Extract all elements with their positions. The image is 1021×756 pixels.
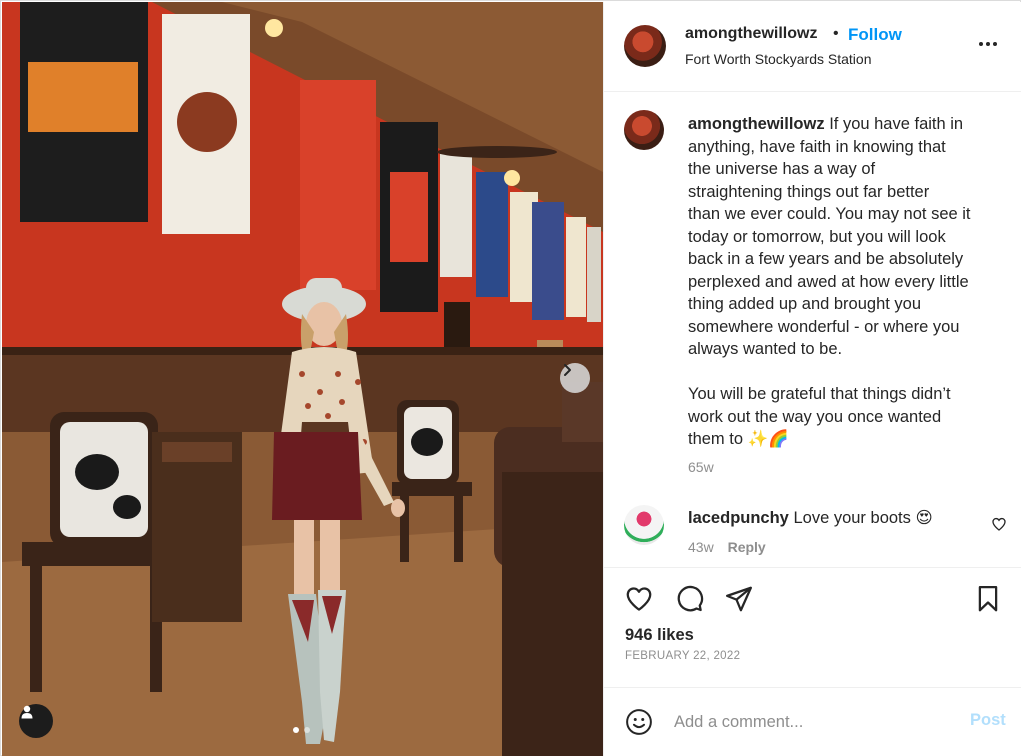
caption-line: them to ✨🌈 — [688, 430, 789, 448]
post-comment-button[interactable]: Post — [970, 711, 1006, 730]
comment-heart-icon[interactable] — [991, 516, 1007, 532]
comment-body: Love your boots 😍 — [793, 509, 933, 527]
location-link[interactable]: Fort Worth Stockyards Station — [685, 51, 871, 67]
more-options-icon[interactable] — [976, 32, 1000, 56]
separator-bullet: • — [833, 25, 839, 42]
caption-line: thing added up and brought you — [688, 295, 922, 313]
comment-icon[interactable] — [674, 584, 704, 614]
caption-line: work out the way you once wanted — [688, 407, 942, 426]
post-actions: 946 likes FEBRUARY 22, 2022 — [604, 567, 1021, 687]
likes-count[interactable]: 946 likes — [625, 626, 694, 645]
caption-line: always wanted to be. — [688, 340, 843, 358]
avatar[interactable] — [624, 25, 666, 67]
post-dialog: amongthewillowz • Follow Fort Worth Stoc… — [0, 0, 1021, 756]
caption-line: today or tomorrow, but you will look — [688, 227, 946, 246]
post-header: amongthewillowz • Follow Fort Worth Stoc… — [604, 2, 1021, 92]
carousel-dot-active — [293, 727, 299, 733]
caption-line: somewhere wonderful - or where you — [688, 317, 960, 336]
header-username[interactable]: amongthewillowz — [685, 25, 817, 43]
caption-username[interactable]: amongthewillowz — [688, 115, 825, 133]
caption-line: back in a few years and be absolutely — [688, 250, 964, 268]
comments-section[interactable]: amongthewillowz If you have faith in any… — [604, 93, 1021, 567]
caption-line: than we ever could. You may not see it — [688, 205, 971, 223]
add-comment-bar: Post — [604, 687, 1021, 756]
comment-timestamp[interactable]: 43w — [688, 539, 714, 555]
comment-text: lacedpunchy Love your boots 😍 — [688, 508, 933, 528]
heart-icon[interactable] — [624, 584, 654, 614]
caption-line: straightening things out far better — [688, 182, 930, 201]
next-slide-button[interactable] — [560, 363, 590, 393]
caption-avatar[interactable] — [624, 110, 664, 150]
user-tag-button[interactable] — [19, 704, 53, 738]
emoji-icon[interactable] — [624, 707, 654, 737]
caption-text: amongthewillowz If you have faith in any… — [688, 113, 998, 451]
caption-line: the universe has a way of — [688, 160, 876, 178]
comment-input[interactable] — [674, 709, 954, 735]
bookmark-icon[interactable] — [973, 584, 1003, 614]
share-icon[interactable] — [724, 584, 754, 614]
caption-line: perplexed and awed at how every little — [688, 272, 969, 291]
comment-meta: 43w Reply — [688, 539, 766, 555]
caption-timestamp[interactable]: 65w — [688, 459, 714, 475]
carousel-dot — [304, 727, 310, 733]
commenter-username[interactable]: lacedpunchy — [688, 509, 789, 527]
carousel-indicator — [293, 727, 310, 733]
commenter-avatar[interactable] — [624, 505, 664, 545]
post-side-panel: amongthewillowz • Follow Fort Worth Stoc… — [603, 2, 1021, 756]
follow-button[interactable]: Follow — [848, 25, 902, 45]
photo-illustration — [2, 2, 603, 756]
caption-line: anything, have faith in knowing that — [688, 137, 946, 156]
post-date[interactable]: FEBRUARY 22, 2022 — [625, 650, 740, 662]
post-photo[interactable] — [2, 2, 603, 756]
caption-line: If you have faith in — [829, 115, 964, 133]
reply-button[interactable]: Reply — [728, 539, 766, 555]
caption-line: You will be grateful that things didn’t — [688, 385, 951, 403]
